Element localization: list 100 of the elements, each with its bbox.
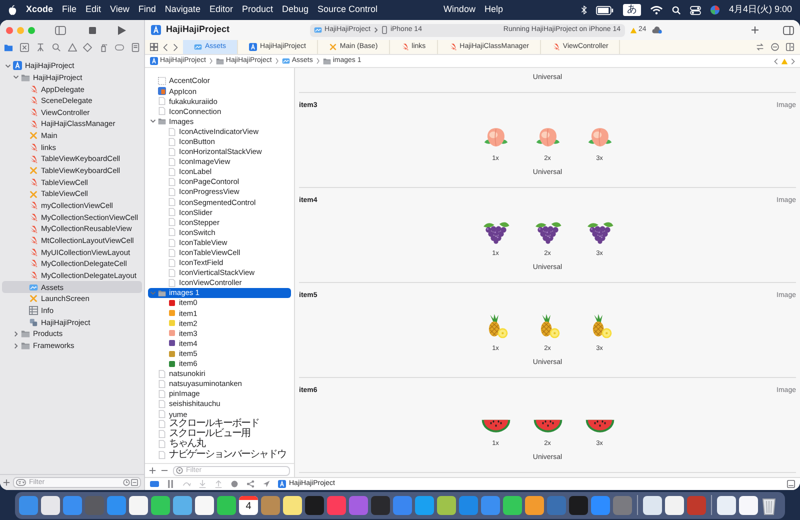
app-icon[interactable] [151,496,170,514]
folder-icon[interactable] [4,43,13,52]
project-icon [249,43,258,51]
back-icon[interactable] [163,42,168,52]
storyboard-file-icon [29,131,38,140]
search-icon[interactable] [672,6,681,14]
input-mode-indicator[interactable]: あ [622,4,641,16]
app-icon[interactable] [217,496,236,514]
bluetooth-icon[interactable] [580,5,587,15]
swift-file-icon [29,271,38,280]
menu-item[interactable]: Edit [86,3,102,17]
inspector-toggle-icon[interactable] [783,26,794,34]
app-icon[interactable] [569,496,588,514]
hierarchy-icon[interactable] [36,43,45,52]
filter-options-icon[interactable] [16,479,26,486]
options-icon[interactable] [771,43,779,51]
trash-icon[interactable] [761,496,777,514]
add-icon[interactable] [3,479,10,486]
memory-graph-icon[interactable] [246,480,255,488]
grid-icon[interactable] [150,43,158,51]
panel-toggle-icon[interactable] [787,480,795,488]
control-center-icon[interactable] [690,6,701,14]
add-editor-icon[interactable] [786,43,794,51]
report-icon[interactable] [131,43,140,52]
color-swatch-icon [158,77,166,86]
pause-icon[interactable] [166,480,175,488]
disclosure-chevron[interactable] [150,118,156,124]
step-out-icon[interactable] [214,480,223,488]
swift-file-icon [29,212,38,222]
sidebar-toggle-icon[interactable] [55,26,66,34]
asset-item[interactable]: スクロールビュー用 [148,429,291,440]
menu-item[interactable]: Navigate [164,3,200,17]
asset-item[interactable]: ナビゲーションバーシャドウ [148,449,291,460]
calendar-icon[interactable]: 4 [239,496,258,514]
swift-file-icon [29,248,38,257]
apple-icon[interactable] [8,4,17,16]
asset-item[interactable]: ちゃん丸 [148,439,291,450]
remove-icon[interactable] [161,467,168,474]
forward-icon[interactable] [173,42,178,52]
disclosure-chevron[interactable] [373,27,380,33]
previous-issue-icon[interactable] [774,58,778,64]
swift-file-icon [29,259,38,268]
asset-item[interactable]: スクロールキーボード [148,419,291,430]
spray-icon[interactable] [99,43,108,52]
swap-arrows-icon[interactable] [756,43,764,51]
step-over-icon[interactable] [182,480,191,488]
asset-catalog-icon [314,26,322,34]
add-icon[interactable] [149,467,156,474]
app-icon[interactable] [643,496,662,514]
tag-icon[interactable] [115,43,124,52]
menu-item[interactable]: Window [443,3,476,17]
folder-icon [21,72,30,82]
package-icon [29,318,38,327]
app-icon[interactable] [173,496,192,514]
app-icon[interactable] [437,496,456,514]
swift-file-icon [29,154,38,164]
app-menu[interactable]: Xcode [26,3,54,17]
step-in-icon[interactable] [198,480,207,488]
app-icon[interactable] [739,496,758,514]
swift-file-icon [29,224,38,234]
app-icon[interactable] [665,496,684,514]
clock-icon[interactable] [123,479,130,486]
menu-item[interactable]: Find [138,3,156,17]
location-icon[interactable] [262,480,271,488]
cloud-icon[interactable] [651,26,662,34]
diamond-icon[interactable] [83,43,92,52]
app-icon[interactable] [717,496,736,514]
warning-icon [630,26,637,34]
menu-item[interactable]: Product [242,3,273,17]
swift-file-icon [29,178,38,187]
warning-icon[interactable] [68,43,76,52]
play-icon[interactable] [118,26,126,34]
menu-item[interactable]: Help [484,3,503,17]
app-icon[interactable] [129,496,148,514]
asset-catalog-icon [282,57,290,65]
app-icon[interactable] [195,496,214,514]
app-icon[interactable] [283,496,302,514]
next-issue-icon[interactable] [791,58,795,64]
menu-item[interactable]: File [62,3,77,17]
app-icon[interactable] [525,496,544,514]
warning-icon[interactable] [781,58,788,64]
stop-icon[interactable] [89,26,96,34]
swift-file-icon [29,108,38,117]
menu-item[interactable]: Editor [209,3,233,17]
battery-icon[interactable] [596,6,614,14]
menu-item[interactable]: Source Control [318,3,378,17]
filter-icon [176,467,183,474]
storyboard-file-icon [29,190,38,199]
x-square-icon[interactable] [20,43,29,52]
menu-item[interactable]: Debug [282,3,309,17]
app-icon-thumbnail [158,87,166,96]
add-icon[interactable] [751,26,759,34]
colorful-circle-icon[interactable] [710,5,720,15]
app-icon[interactable] [305,496,324,514]
app-icon[interactable] [41,496,60,514]
console-toggle-icon[interactable] [150,480,159,488]
wifi-icon[interactable] [650,5,663,15]
menu-clock[interactable]: 4月4日(火) 9:00 [728,3,792,17]
app-icon[interactable] [503,496,522,514]
menu-item[interactable]: View [110,3,130,17]
